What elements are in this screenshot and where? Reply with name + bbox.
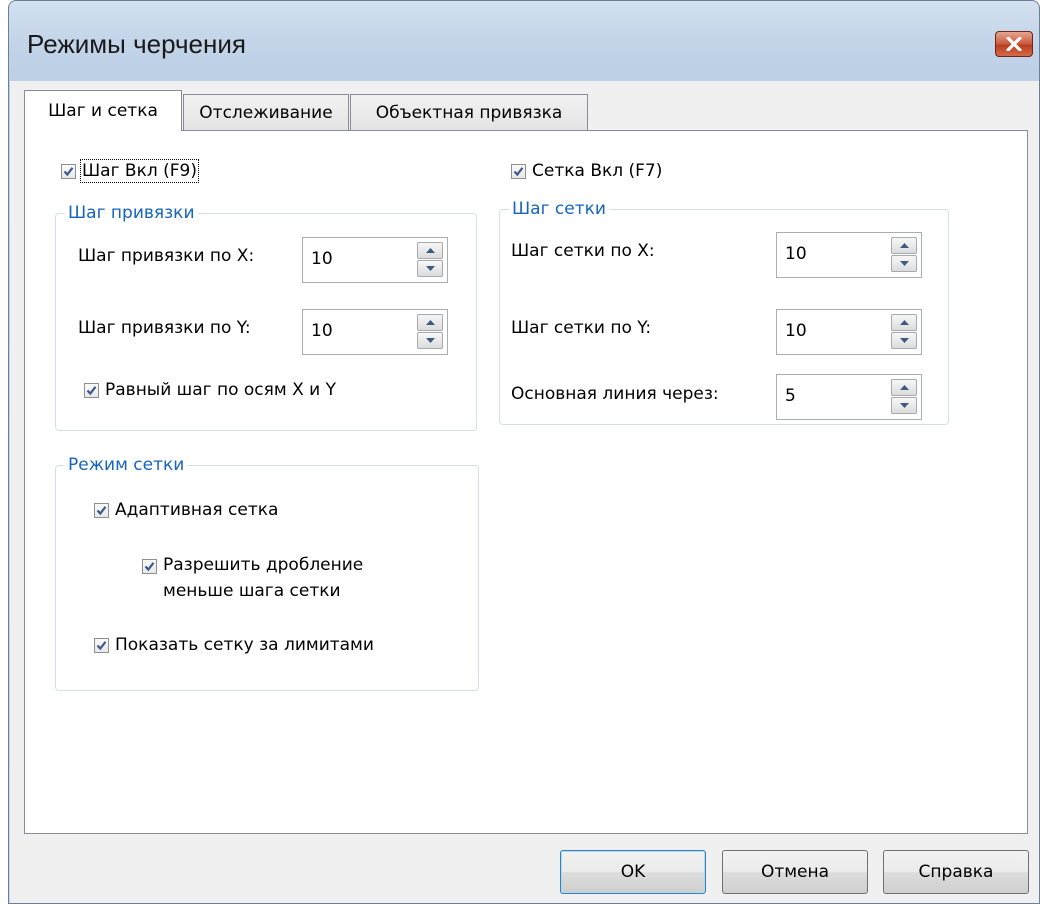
checkmark-icon — [96, 506, 107, 516]
spin-up-icon — [425, 320, 435, 325]
spin-up-button[interactable] — [417, 314, 443, 331]
window-title: Режимы черчения — [27, 29, 246, 59]
snap-x-spinner[interactable]: 10 — [302, 237, 448, 283]
spin-up-button[interactable] — [891, 237, 917, 254]
spin-up-icon — [425, 248, 435, 253]
major-line-value[interactable]: 5 — [785, 386, 796, 406]
grid-spacing-legend: Шаг сетки — [509, 199, 609, 219]
adaptive-grid-checkbox[interactable] — [94, 503, 109, 518]
checkmark-icon — [144, 562, 155, 572]
snap-x-value[interactable]: 10 — [311, 249, 333, 269]
beyond-limits-checkbox[interactable] — [94, 638, 109, 653]
tab-label: Шаг и сетка — [48, 101, 158, 121]
grid-on-checkbox[interactable] — [511, 164, 526, 179]
spin-up-button[interactable] — [891, 314, 917, 331]
spin-down-icon — [899, 261, 909, 266]
grid-x-value[interactable]: 10 — [785, 244, 807, 264]
checkmark-icon — [513, 167, 524, 177]
grid-on-label[interactable]: Сетка Вкл (F7) — [532, 161, 662, 181]
major-line-label: Основная линия через: — [511, 384, 719, 404]
checkmark-icon — [63, 167, 74, 177]
grid-y-value[interactable]: 10 — [785, 321, 807, 341]
spin-down-button[interactable] — [417, 332, 443, 349]
tab-tracking[interactable]: Отслеживание — [183, 94, 349, 130]
equal-spacing-label[interactable]: Равный шаг по осям X и Y — [105, 380, 336, 400]
help-button[interactable]: Справка — [883, 850, 1029, 894]
snap-y-value[interactable]: 10 — [311, 321, 333, 341]
tab-label: Объектная привязка — [375, 102, 563, 123]
snap-spacing-legend: Шаг привязки — [65, 203, 198, 223]
ok-button[interactable]: OK — [560, 850, 706, 894]
spin-down-icon — [425, 338, 435, 343]
subdivide-checkbox[interactable] — [142, 559, 157, 574]
grid-y-spinner[interactable]: 10 — [776, 309, 922, 355]
grid-mode-legend: Режим сетки — [65, 455, 188, 475]
grid-y-label: Шаг сетки по Y: — [511, 318, 652, 338]
tab-object-snap[interactable]: Объектная привязка — [350, 94, 588, 130]
tab-panel-snap-and-grid: Шаг Вкл (F9) Сетка Вкл (F7) Шаг привязки… — [24, 130, 1028, 834]
snap-on-checkbox[interactable] — [61, 164, 76, 179]
spin-up-button[interactable] — [417, 242, 443, 259]
close-button[interactable] — [995, 31, 1033, 57]
snap-y-label: Шаг привязки по Y: — [78, 318, 251, 338]
spin-up-icon — [899, 320, 909, 325]
beyond-limits-label[interactable]: Показать сетку за лимитами — [115, 635, 374, 655]
grid-x-spinner[interactable]: 10 — [776, 232, 922, 278]
checkmark-icon — [96, 641, 107, 651]
major-line-spinner[interactable]: 5 — [776, 374, 922, 420]
spin-down-button[interactable] — [891, 255, 917, 272]
spin-down-icon — [899, 338, 909, 343]
checkmark-icon — [86, 386, 97, 396]
grid-mode-group — [55, 465, 479, 691]
spin-up-icon — [899, 243, 909, 248]
dialog-window: Режимы черчения Шаг и сетка Отслеживание… — [8, 0, 1040, 904]
spin-down-button[interactable] — [417, 260, 443, 277]
subdivide-label-line2[interactable]: меньше шага сетки — [163, 581, 341, 601]
grid-x-label: Шаг сетки по X: — [511, 241, 655, 261]
snap-on-label[interactable]: Шаг Вкл (F9) — [80, 159, 199, 183]
spin-up-icon — [899, 385, 909, 390]
dialog-client-area: Шаг и сетка Отслеживание Объектная привя… — [10, 81, 1039, 903]
spin-down-button[interactable] — [891, 332, 917, 349]
tab-label: Отслеживание — [199, 102, 333, 123]
adaptive-grid-label[interactable]: Адаптивная сетка — [115, 500, 278, 520]
snap-y-spinner[interactable]: 10 — [302, 309, 448, 355]
close-icon — [1006, 37, 1022, 51]
spin-up-button[interactable] — [891, 379, 917, 396]
spin-down-button[interactable] — [891, 397, 917, 414]
equal-spacing-checkbox[interactable] — [84, 383, 99, 398]
snap-x-label: Шаг привязки по X: — [78, 246, 255, 266]
spin-down-icon — [425, 266, 435, 271]
cancel-button[interactable]: Отмена — [722, 850, 868, 894]
subdivide-label-line1[interactable]: Разрешить дробление — [163, 555, 363, 575]
spin-down-icon — [899, 403, 909, 408]
tab-snap-and-grid[interactable]: Шаг и сетка — [24, 90, 182, 131]
